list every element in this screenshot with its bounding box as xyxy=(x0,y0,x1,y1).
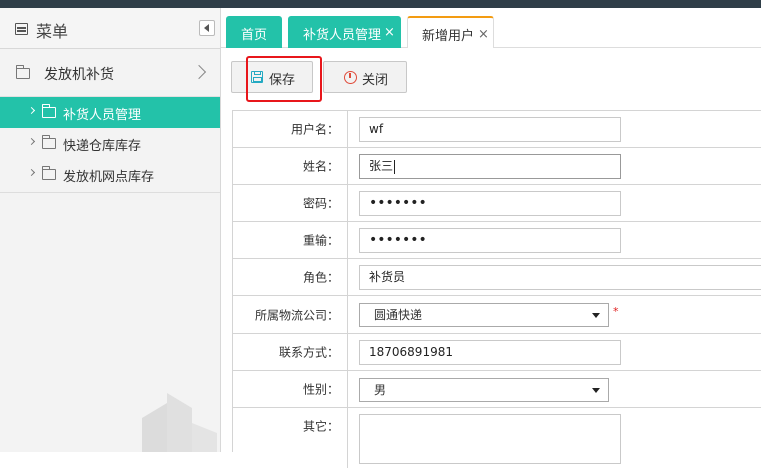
sidebar-submenu: 补货人员管理 快递仓库库存 发放机网点库存 xyxy=(0,97,220,193)
field-label: 姓名： xyxy=(233,148,348,184)
sidebar-item-label: 发放机网点库存 xyxy=(63,170,155,185)
collapse-sidebar-button[interactable] xyxy=(199,20,215,36)
sidebar-title: 菜单 xyxy=(36,22,69,41)
close-button-label: 关闭 xyxy=(362,73,389,88)
toolbar: 保存 关闭 xyxy=(221,48,761,101)
chevron-right-icon xyxy=(27,168,36,177)
sidebar-header: 菜单 xyxy=(0,8,220,49)
form-row-username: 用户名： wf xyxy=(233,111,761,148)
chevron-right-icon xyxy=(27,137,36,146)
form-row-name: 姓名： 张三 xyxy=(233,148,761,185)
tab-label: 首页 xyxy=(241,28,268,43)
field-label: 角色： xyxy=(233,259,348,295)
password-input[interactable]: ••••••• xyxy=(359,191,621,216)
required-mark: * xyxy=(613,305,619,318)
form-row-role: 角色： 补货员 xyxy=(233,259,761,296)
form-row-password: 密码： ••••••• xyxy=(233,185,761,222)
field-label: 密码： xyxy=(233,185,348,221)
form-row-company: 所属物流公司： 圆通快递 * xyxy=(233,296,761,334)
gender-select[interactable]: 男 xyxy=(359,378,609,402)
sidebar-item-outlet[interactable]: 发放机网点库存 xyxy=(0,159,220,190)
tab-new-user[interactable]: 新增用户 × xyxy=(407,16,494,49)
form-row-repeat-password: 重输： ••••••• xyxy=(233,222,761,259)
sidebar: 菜单 发放机补货 补货人员管理 快递仓库库存 发放机网点库存 xyxy=(0,8,221,452)
form-row-other: 其它： xyxy=(233,408,761,468)
save-icon xyxy=(251,71,263,83)
tab-label: 新增用户 xyxy=(422,29,475,44)
new-user-form: 用户名： wf 姓名： 张三 密码： ••••••• 重输： ••••••• 角… xyxy=(232,110,761,468)
field-label: 所属物流公司： xyxy=(233,296,348,333)
close-icon[interactable]: × xyxy=(384,25,395,40)
name-input[interactable]: 张三 xyxy=(359,154,621,179)
field-label: 性别： xyxy=(233,371,348,407)
role-input[interactable]: 补货员 xyxy=(359,265,761,290)
sidebar-item-staff[interactable]: 补货人员管理 xyxy=(0,97,220,128)
field-label: 其它： xyxy=(233,408,348,468)
close-button[interactable]: 关闭 xyxy=(323,61,407,93)
tab-label: 补货人员管理 xyxy=(303,28,382,43)
field-label: 重输： xyxy=(233,222,348,258)
tab-staff-management[interactable]: 补货人员管理 × xyxy=(288,16,401,48)
contact-input[interactable]: 18706891981 xyxy=(359,340,621,365)
sidebar-item-warehouse[interactable]: 快递仓库库存 xyxy=(0,128,220,159)
other-textarea[interactable] xyxy=(359,414,621,464)
field-label: 用户名： xyxy=(233,111,348,147)
form-row-gender: 性别： 男 xyxy=(233,371,761,408)
username-input[interactable]: wf xyxy=(359,117,621,142)
name-input-value: 张三 xyxy=(369,159,394,173)
field-label: 联系方式： xyxy=(233,334,348,370)
company-select[interactable]: 圆通快递 xyxy=(359,303,609,327)
save-button-label: 保存 xyxy=(269,73,296,88)
tab-bar: 首页 补货人员管理 × 新增用户 × xyxy=(221,8,761,49)
text-caret xyxy=(394,159,396,174)
sidebar-item-label: 补货人员管理 xyxy=(63,108,142,123)
sidebar-group-label: 发放机补货 xyxy=(44,67,114,83)
tab-home[interactable]: 首页 xyxy=(226,16,282,48)
form-row-contact: 联系方式： 18706891981 xyxy=(233,334,761,371)
building-watermark-icon xyxy=(142,393,217,452)
chevron-right-icon xyxy=(27,106,36,115)
power-icon xyxy=(344,71,357,84)
sidebar-group-replenish[interactable]: 发放机补货 xyxy=(0,49,220,97)
chevron-right-icon xyxy=(191,64,207,80)
close-icon[interactable]: × xyxy=(478,27,489,42)
sidebar-item-label: 快递仓库库存 xyxy=(63,139,142,154)
save-button[interactable]: 保存 xyxy=(231,61,313,93)
top-bar xyxy=(0,0,761,8)
calendar-icon xyxy=(15,23,28,35)
repeat-password-input[interactable]: ••••••• xyxy=(359,228,621,253)
